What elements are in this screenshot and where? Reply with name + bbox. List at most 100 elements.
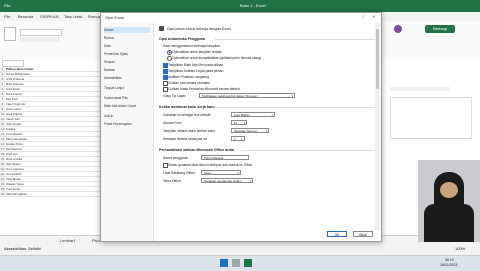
cell[interactable]: Hadi Wijaya: [6, 112, 22, 116]
cell[interactable]: Vina Melati: [6, 177, 21, 181]
tab-tata-letak[interactable]: Tata Letak: [64, 14, 82, 19]
close-button[interactable]: ✕: [370, 14, 378, 20]
row-number[interactable]: 10: [0, 112, 5, 116]
cell[interactable]: Yuni Astuti: [6, 187, 20, 191]
office-theme-value: Gunakan pengaturan sistem: [204, 179, 242, 183]
row-number[interactable]: 18: [0, 152, 5, 156]
cell[interactable]: Zaki Ramadhan: [6, 192, 27, 196]
row-number[interactable]: 5: [0, 87, 5, 91]
scrollbar-thumb[interactable]: [376, 29, 379, 89]
nav-item-tingkat-lanjut[interactable]: Tingkat Lanjut: [104, 85, 150, 91]
sheets-count-stepper[interactable]: 1 ⇕: [231, 136, 245, 141]
row-number[interactable]: 20: [0, 162, 5, 166]
options-content: Opsi umum untuk bekerja dengan Excel. Op…: [155, 23, 381, 241]
cell[interactable]: Lina Marlina: [6, 132, 22, 136]
cell[interactable]: Joko Susilo: [6, 122, 21, 126]
row-number[interactable]: 13: [0, 127, 5, 131]
cell[interactable]: Wawan Setia: [6, 182, 24, 186]
scrollbar[interactable]: [375, 23, 380, 231]
cell[interactable]: Fajar Nugroho: [6, 102, 25, 106]
cell[interactable]: Eka Putri: [6, 97, 18, 101]
cell[interactable]: Nama Mahasiswa: [6, 72, 30, 76]
row-number[interactable]: 15: [0, 137, 5, 141]
office-theme-dropdown[interactable]: Gunakan pengaturan sistem ▾: [201, 178, 253, 183]
table-row[interactable]: 26 Zaki Ramadhan: [0, 192, 103, 197]
nav-item-data[interactable]: Data: [104, 43, 150, 49]
nav-item-umum[interactable]: Umum: [104, 27, 150, 33]
row-number[interactable]: 8: [0, 102, 5, 106]
cell[interactable]: Budi Santoso: [6, 82, 24, 86]
row-number[interactable]: 4: [0, 82, 5, 86]
cell[interactable]: Andi Pratama: [6, 77, 24, 81]
row-number[interactable]: 26: [0, 192, 5, 196]
excel-icon[interactable]: [244, 259, 252, 267]
cell[interactable]: Oki Saputra: [6, 147, 22, 151]
worksheet-grid[interactable]: 1 Pilihan Mata Kuliah 2 Nama Mahasiswa 3 Andi…: [0, 67, 103, 235]
nav-item-bahasa[interactable]: Bahasa: [104, 67, 150, 73]
zoom-level[interactable]: 100%: [455, 246, 465, 251]
pivot-field-list[interactable]: [390, 87, 450, 91]
cell[interactable]: Kartika: [6, 127, 15, 131]
row-number[interactable]: 7: [0, 97, 5, 101]
cell[interactable]: Sari Wulan: [6, 162, 21, 166]
row-number[interactable]: 9: [0, 107, 5, 111]
row-number[interactable]: 2: [0, 72, 5, 76]
nav-item-aksesibilitas[interactable]: Aksesibilitas: [104, 75, 150, 81]
nav-item-simpan[interactable]: Simpan: [104, 59, 150, 65]
font-size-dropdown[interactable]: 11 ▾: [231, 120, 247, 125]
row-number[interactable]: 14: [0, 132, 5, 136]
nav-item-pusat-kepercayaan[interactable]: Pusat Kepercayaan: [104, 121, 150, 127]
share-button[interactable]: Berbagi: [425, 25, 455, 33]
tab-sisipkan[interactable]: SISIPKAN: [40, 14, 58, 19]
username-input[interactable]: Pamit Warnisti: [201, 155, 249, 160]
office-background-dropdown[interactable]: Awan ▾: [201, 170, 241, 175]
paste-icon[interactable]: [4, 27, 16, 41]
ok-button[interactable]: OK: [327, 231, 347, 237]
avatar[interactable]: [394, 25, 402, 33]
cell[interactable]: Mira Handayani: [6, 137, 27, 141]
row-number[interactable]: 19: [0, 157, 5, 161]
default-font-dropdown[interactable]: Font Badan ▾: [231, 112, 275, 117]
row-number[interactable]: 11: [0, 117, 5, 121]
cell[interactable]: Gita Lestari: [6, 107, 21, 111]
row-number[interactable]: 6: [0, 92, 5, 96]
row-number[interactable]: 24: [0, 182, 5, 186]
row-number[interactable]: 12: [0, 122, 5, 126]
row-number[interactable]: 23: [0, 177, 5, 181]
screentip-dropdown[interactable]: Perlihatkan deskripsi fitur dalam TipLay…: [199, 93, 295, 98]
cell[interactable]: Citra Dewi: [6, 87, 20, 91]
row-number[interactable]: 21: [0, 167, 5, 171]
tab-beranda[interactable]: Beranda: [18, 14, 33, 19]
row-number[interactable]: 25: [0, 187, 5, 191]
cell[interactable]: Rina Amelia: [6, 157, 22, 161]
body: [424, 204, 474, 242]
row-number[interactable]: 3: [0, 77, 5, 81]
cell[interactable]: Dedi Kurnia: [6, 92, 22, 96]
nav-item-add-in[interactable]: Add-in: [104, 113, 150, 119]
row-number[interactable]: 17: [0, 147, 5, 151]
cell[interactable]: Pilihan Mata Kuliah: [6, 67, 34, 71]
tab-rumus[interactable]: Rumus: [88, 14, 101, 19]
cell[interactable]: Umi Kalsum: [6, 172, 22, 176]
nav-item-kustomisasi-pita[interactable]: Kustomisasi Pita: [104, 95, 150, 101]
pivot-panel[interactable]: [390, 97, 472, 139]
cell[interactable]: Nanda Putra: [6, 142, 23, 146]
help-button[interactable]: ?: [359, 14, 367, 20]
search-icon[interactable]: [232, 259, 240, 267]
start-icon[interactable]: [220, 259, 228, 267]
cell[interactable]: Tono Hartono: [6, 167, 24, 171]
row-number[interactable]: 22: [0, 172, 5, 176]
font-name-field[interactable]: [20, 29, 62, 36]
cell[interactable]: Indah Sari: [6, 117, 20, 121]
nav-item-pemeriksa-ejaan[interactable]: Pemeriksa Ejaan: [104, 51, 150, 57]
cell[interactable]: Putri Ayu: [6, 152, 18, 156]
tab-file[interactable]: File: [4, 14, 10, 19]
nav-item-bilah-akses-cepat[interactable]: Bilah Alat Akses Cepat: [104, 103, 150, 109]
nav-item-rumus[interactable]: Rumus: [104, 35, 150, 41]
name-box[interactable]: [2, 60, 24, 67]
default-view-dropdown[interactable]: Tampilan Normal ▾: [231, 128, 269, 133]
row-number[interactable]: 16: [0, 142, 5, 146]
font-format-group[interactable]: [20, 37, 60, 42]
cancel-button[interactable]: Batal: [353, 231, 373, 237]
row-number[interactable]: 1: [0, 67, 5, 71]
